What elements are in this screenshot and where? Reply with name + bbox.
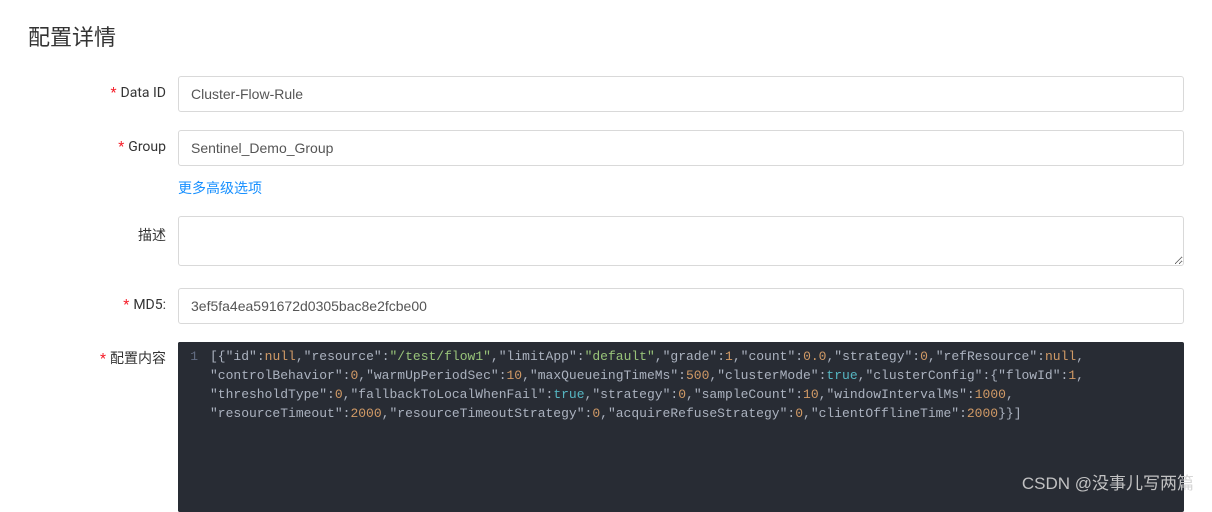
label-md5: *MD5: (28, 288, 178, 313)
page-title: 配置详情 (28, 20, 1184, 52)
md5-input[interactable] (178, 288, 1184, 324)
editor-content[interactable]: [{"id":null,"resource":"/test/flow1","li… (206, 342, 1184, 512)
row-content: *配置内容 1 [{"id":null,"resource":"/test/fl… (28, 342, 1184, 512)
row-data-id: *Data ID (28, 76, 1184, 112)
row-more-options: 更多高级选项 (28, 176, 1184, 198)
data-id-input[interactable] (178, 76, 1184, 112)
description-input[interactable] (178, 216, 1184, 266)
label-group: *Group (28, 130, 178, 155)
content-code-editor[interactable]: 1 [{"id":null,"resource":"/test/flow1","… (178, 342, 1184, 512)
label-content: *配置内容 (28, 342, 178, 368)
config-detail-form: 配置详情 *Data ID *Group 更多高级选项 描述 *MD5: *配置… (0, 0, 1212, 512)
label-data-id: *Data ID (28, 76, 178, 101)
more-options-link[interactable]: 更多高级选项 (178, 176, 262, 198)
label-description: 描述 (28, 216, 178, 245)
row-description: 描述 (28, 216, 1184, 270)
row-group: *Group (28, 130, 1184, 166)
editor-gutter: 1 (178, 342, 206, 512)
row-md5: *MD5: (28, 288, 1184, 324)
group-input[interactable] (178, 130, 1184, 166)
